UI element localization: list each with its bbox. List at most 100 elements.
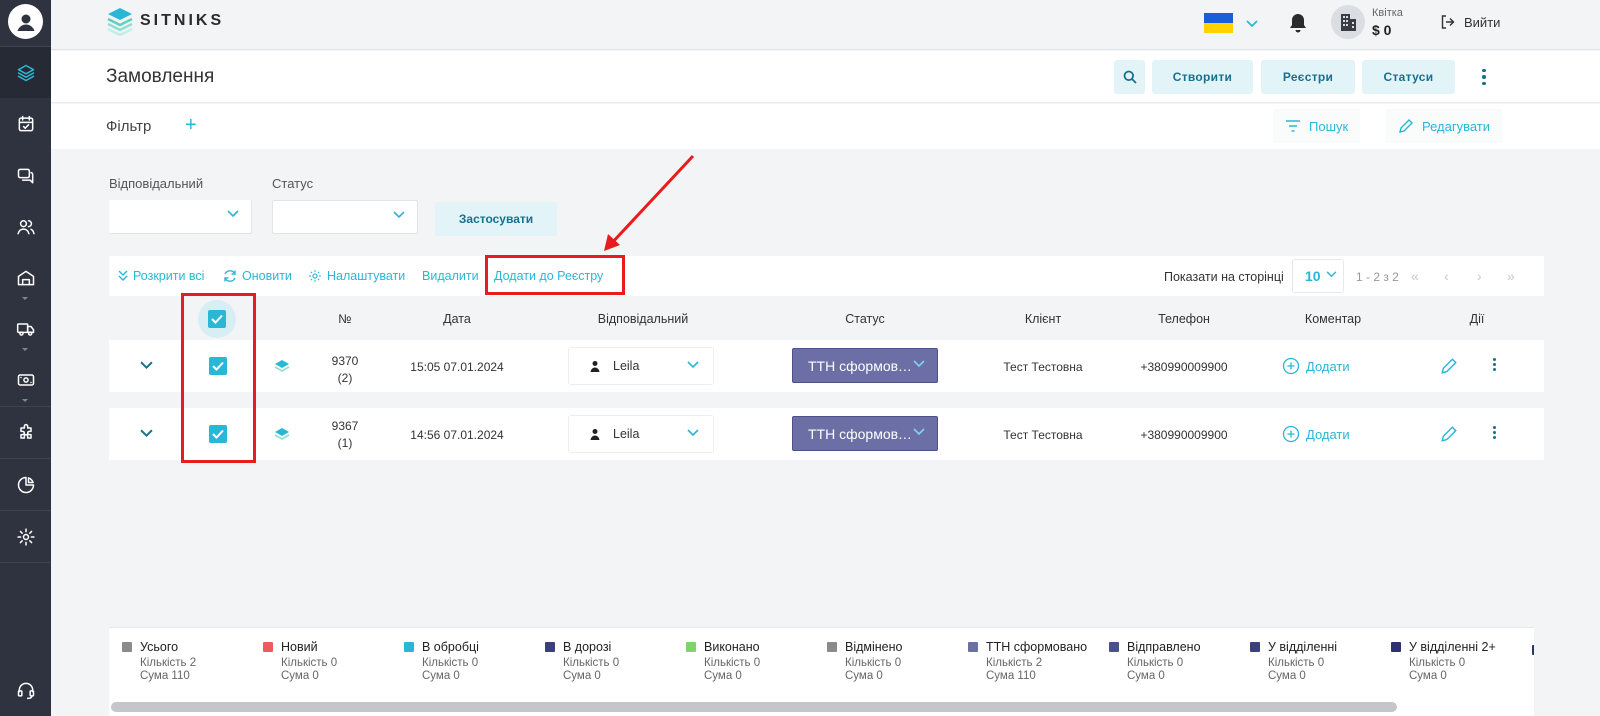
- account-name: Квітка: [1372, 7, 1403, 19]
- sidebar-item-delivery[interactable]: [0, 303, 51, 354]
- status-filter-label: Статус: [272, 176, 314, 191]
- sidebar-item-settings[interactable]: [0, 511, 51, 562]
- expand-row-chevron-icon[interactable]: [140, 429, 153, 438]
- expand-row-chevron-icon[interactable]: [140, 361, 153, 370]
- sidebar-item-analytics[interactable]: [0, 459, 51, 510]
- registries-button[interactable]: Реєстри: [1261, 60, 1355, 94]
- annotation-arrow-icon: [604, 154, 695, 251]
- user-avatar[interactable]: [8, 4, 43, 39]
- more-vertical-icon[interactable]: [1476, 65, 1492, 89]
- chat-icon: [17, 168, 33, 183]
- add-filter-icon[interactable]: +: [185, 114, 197, 137]
- edit-pencil-icon[interactable]: [1440, 425, 1458, 443]
- responsible-select[interactable]: Leila: [568, 415, 714, 453]
- pie-chart-icon: [17, 476, 34, 493]
- per-page-select[interactable]: 10: [1292, 259, 1344, 293]
- account-balance: $ 0: [1372, 22, 1392, 38]
- sidebar: [0, 0, 51, 716]
- summary-status-name: Новий: [263, 640, 401, 654]
- responsible-filter-select[interactable]: [109, 200, 252, 234]
- search-button[interactable]: [1114, 60, 1145, 94]
- summary-status-name: В обробці: [404, 640, 542, 654]
- summary-item: Новий Кількість 0 Сума 0: [263, 640, 401, 682]
- chevron-down-icon[interactable]: [22, 297, 28, 300]
- summary-label: ТТН сформовано: [986, 640, 1088, 654]
- row-more-vertical-icon[interactable]: [1491, 426, 1497, 442]
- summary-status-name: ТТН сформовано: [968, 640, 1106, 654]
- row-more-vertical-icon[interactable]: [1491, 358, 1497, 374]
- delete-button[interactable]: Видалити: [422, 269, 479, 283]
- order-number[interactable]: 9367 (1): [332, 418, 359, 452]
- table-row[interactable]: 9370 (2) 15:05 07.01.2024 Leila ТТН сформ…: [109, 340, 1544, 392]
- chevron-down-icon[interactable]: [22, 348, 28, 351]
- language-flag-icon[interactable]: [1204, 13, 1233, 33]
- status-select[interactable]: ТТН сформовано: [792, 348, 938, 383]
- sidebar-item-tasks[interactable]: [0, 98, 51, 149]
- prev-page-icon[interactable]: ‹: [1444, 268, 1448, 284]
- summary-label: Новий: [281, 640, 318, 654]
- statuses-button[interactable]: Статуси: [1362, 60, 1455, 94]
- per-page-label: Показати на сторінці: [1164, 270, 1284, 284]
- summary-label: У відділенні: [1268, 640, 1338, 654]
- page-header: Замовлення Створити Реєстри Статуси: [51, 51, 1600, 103]
- summary-count: Кількість 0: [281, 657, 338, 669]
- sidebar-item-clients[interactable]: [0, 201, 51, 252]
- calendar-check-icon: [18, 115, 33, 131]
- edit-pencil-icon[interactable]: [1440, 357, 1458, 375]
- status-color-dot: [1391, 642, 1401, 652]
- summary-item: Виконано Кількість 0 Сума 0: [686, 640, 824, 682]
- filter-edit-button[interactable]: Редагувати: [1386, 109, 1503, 143]
- horizontal-scrollbar[interactable]: [109, 702, 1534, 712]
- create-button[interactable]: Створити: [1152, 60, 1253, 94]
- order-number[interactable]: 9370 (2): [332, 353, 359, 387]
- scrollbar-thumb[interactable]: [111, 702, 1397, 712]
- status-color-dot: [827, 642, 837, 652]
- highlight-add-to-registry: [485, 255, 625, 295]
- brand-logo[interactable]: SITNIKS: [106, 6, 224, 36]
- add-comment-button[interactable]: Додати: [1282, 357, 1350, 375]
- summary-sum: Сума 0: [281, 670, 319, 682]
- responsible-name: Leila: [613, 427, 640, 441]
- status-filter-select[interactable]: [272, 200, 418, 234]
- page-title: Замовлення: [106, 66, 215, 87]
- headset-icon: [17, 682, 34, 699]
- company-avatar[interactable]: [1331, 5, 1365, 39]
- next-page-icon[interactable]: ›: [1477, 268, 1481, 284]
- sidebar-item-warehouse[interactable]: [0, 252, 51, 303]
- summary-count: Кількість 0: [704, 657, 761, 669]
- apply-filter-button[interactable]: Застосувати: [435, 202, 557, 236]
- status-select[interactable]: ТТН сформовано: [792, 416, 938, 451]
- bell-icon[interactable]: [1288, 12, 1308, 39]
- responsible-select[interactable]: Leila: [568, 347, 714, 385]
- chevron-down-icon[interactable]: [22, 399, 28, 402]
- orders-toolbar: Розкрити всі Оновити Налаштувати Видалит…: [109, 256, 1544, 296]
- expand-all-button[interactable]: Розкрити всі: [118, 269, 204, 283]
- order-source-icon: [274, 360, 290, 372]
- refresh-button[interactable]: Оновити: [223, 269, 292, 283]
- sidebar-item-finance[interactable]: [0, 354, 51, 405]
- sidebar-item-messages[interactable]: [0, 150, 51, 201]
- logout-button[interactable]: Вийти: [1440, 14, 1500, 30]
- language-chevron-down-icon[interactable]: [1246, 17, 1258, 31]
- status-color-dot: [1250, 642, 1260, 652]
- settings-button[interactable]: Налаштувати: [308, 269, 405, 283]
- filter-search-button[interactable]: Пошук: [1273, 109, 1361, 143]
- sidebar-item-integrations[interactable]: [0, 407, 51, 458]
- sidebar-item-support[interactable]: [0, 664, 51, 715]
- status-value: ТТН сформовано: [808, 357, 913, 374]
- order-date: 15:05 07.01.2024: [410, 360, 504, 374]
- table-row[interactable]: 9367 (1) 14:56 07.01.2024 Leila ТТН сформ…: [109, 408, 1544, 460]
- col-header-client: Клієнт: [1024, 312, 1062, 326]
- first-page-icon[interactable]: «: [1411, 268, 1419, 284]
- summary-count: Кількість 0: [1268, 657, 1325, 669]
- summary-sum: Сума 0: [1127, 670, 1165, 682]
- highlight-checkboxes: [181, 293, 256, 463]
- sidebar-item-orders[interactable]: [0, 47, 51, 98]
- layers-icon: [17, 64, 34, 81]
- order-source-icon: [274, 428, 290, 440]
- puzzle-icon: [19, 423, 32, 439]
- users-icon: [16, 219, 35, 234]
- last-page-icon[interactable]: »: [1507, 268, 1515, 284]
- add-comment-button[interactable]: Додати: [1282, 425, 1350, 443]
- summary-label: В дорозі: [563, 640, 612, 654]
